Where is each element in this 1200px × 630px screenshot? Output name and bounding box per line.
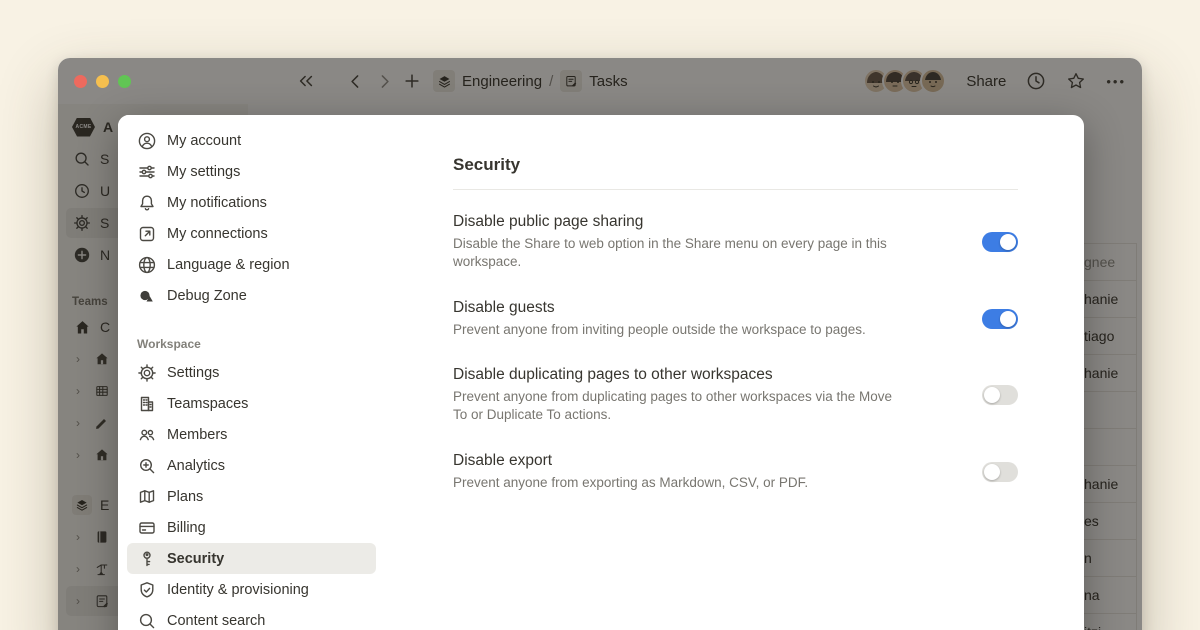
settings-nav-label: Billing [167,520,206,536]
settings-nav-security[interactable]: Security [127,543,376,574]
setting-row-export: Disable export Prevent anyone from expor… [453,452,1018,492]
toggle-disable-guests[interactable] [982,309,1018,329]
settings-nav-label: My settings [167,164,240,180]
settings-nav-label: My connections [167,226,268,242]
toggle-knob [984,464,1000,480]
settings-nav-analytics[interactable]: Analytics [127,450,376,481]
building-icon [137,394,157,414]
close-window-button[interactable] [74,75,87,88]
settings-nav-my-notifications[interactable]: My notifications [127,187,376,218]
magnifier-plus-icon [137,456,157,476]
person-circle-icon [137,131,157,151]
setting-row-public-page-sharing: Disable public page sharing Disable the … [453,213,1018,272]
settings-nav-my-settings[interactable]: My settings [127,156,376,187]
settings-nav-label: Identity & provisioning [167,582,309,598]
toggle-disable-export[interactable] [982,462,1018,482]
settings-modal: My account My settings My notifications … [118,115,1084,630]
magnifier-icon [137,611,157,630]
shield-check-icon [137,580,157,600]
settings-nav-debug-zone[interactable]: Debug Zone [127,280,376,311]
map-icon [137,487,157,507]
setting-description: Prevent anyone from exporting as Markdow… [453,474,808,492]
toggle-knob [984,387,1000,403]
globe-icon [137,255,157,275]
setting-description: Prevent anyone from duplicating pages to… [453,388,893,425]
settings-nav-members[interactable]: Members [127,419,376,450]
workspace-section-label: Workspace [137,337,366,351]
settings-nav-identity-provisioning[interactable]: Identity & provisioning [127,574,376,605]
zoom-window-button[interactable] [118,75,131,88]
security-settings-panel: Security Disable public page sharing Dis… [385,115,1084,630]
setting-row-guests: Disable guests Prevent anyone from invit… [453,299,1018,339]
toggle-knob [1000,311,1016,327]
toggle-disable-public-page-sharing[interactable] [982,232,1018,252]
setting-title: Disable guests [453,299,866,317]
settings-nav-label: Settings [167,365,219,381]
settings-nav-label: Debug Zone [167,288,247,304]
bell-icon [137,193,157,213]
settings-nav-my-connections[interactable]: My connections [127,218,376,249]
setting-title: Disable export [453,452,808,470]
gear-icon [137,363,157,383]
settings-nav-teamspaces[interactable]: Teamspaces [127,388,376,419]
settings-nav-label: Content search [167,613,265,629]
settings-nav-settings[interactable]: Settings [127,357,376,388]
toggle-knob [1000,234,1016,250]
setting-description: Disable the Share to web option in the S… [453,235,893,272]
settings-nav-label: Language & region [167,257,290,273]
settings-nav-label: My account [167,133,241,149]
people-icon [137,425,157,445]
settings-nav-content-search[interactable]: Content search [127,605,376,630]
divider [453,189,1018,190]
settings-sidebar: My account My settings My notifications … [118,115,385,630]
settings-nav-label: My notifications [167,195,267,211]
minimize-window-button[interactable] [96,75,109,88]
setting-row-duplicating-pages: Disable duplicating pages to other works… [453,366,1018,425]
sliders-icon [137,162,157,182]
settings-nav-label: Security [167,551,224,567]
settings-nav-label: Analytics [167,458,225,474]
settings-nav-language-region[interactable]: Language & region [127,249,376,280]
settings-nav-label: Teamspaces [167,396,248,412]
settings-nav-billing[interactable]: Billing [127,512,376,543]
toggle-disable-duplicating-pages[interactable] [982,385,1018,405]
settings-nav-my-account[interactable]: My account [127,125,376,156]
credit-card-icon [137,518,157,538]
key-icon [137,549,157,569]
setting-title: Disable duplicating pages to other works… [453,366,893,384]
setting-description: Prevent anyone from inviting people outs… [453,321,866,339]
traffic-lights [74,75,131,88]
setting-title: Disable public page sharing [453,213,893,231]
settings-nav-label: Plans [167,489,203,505]
page-title: Security [453,155,1018,175]
settings-nav-label: Members [167,427,227,443]
arrow-out-icon [137,224,157,244]
app-window: Engineering / Tasks [58,58,1142,630]
settings-nav-plans[interactable]: Plans [127,481,376,512]
debug-icon [137,286,157,306]
